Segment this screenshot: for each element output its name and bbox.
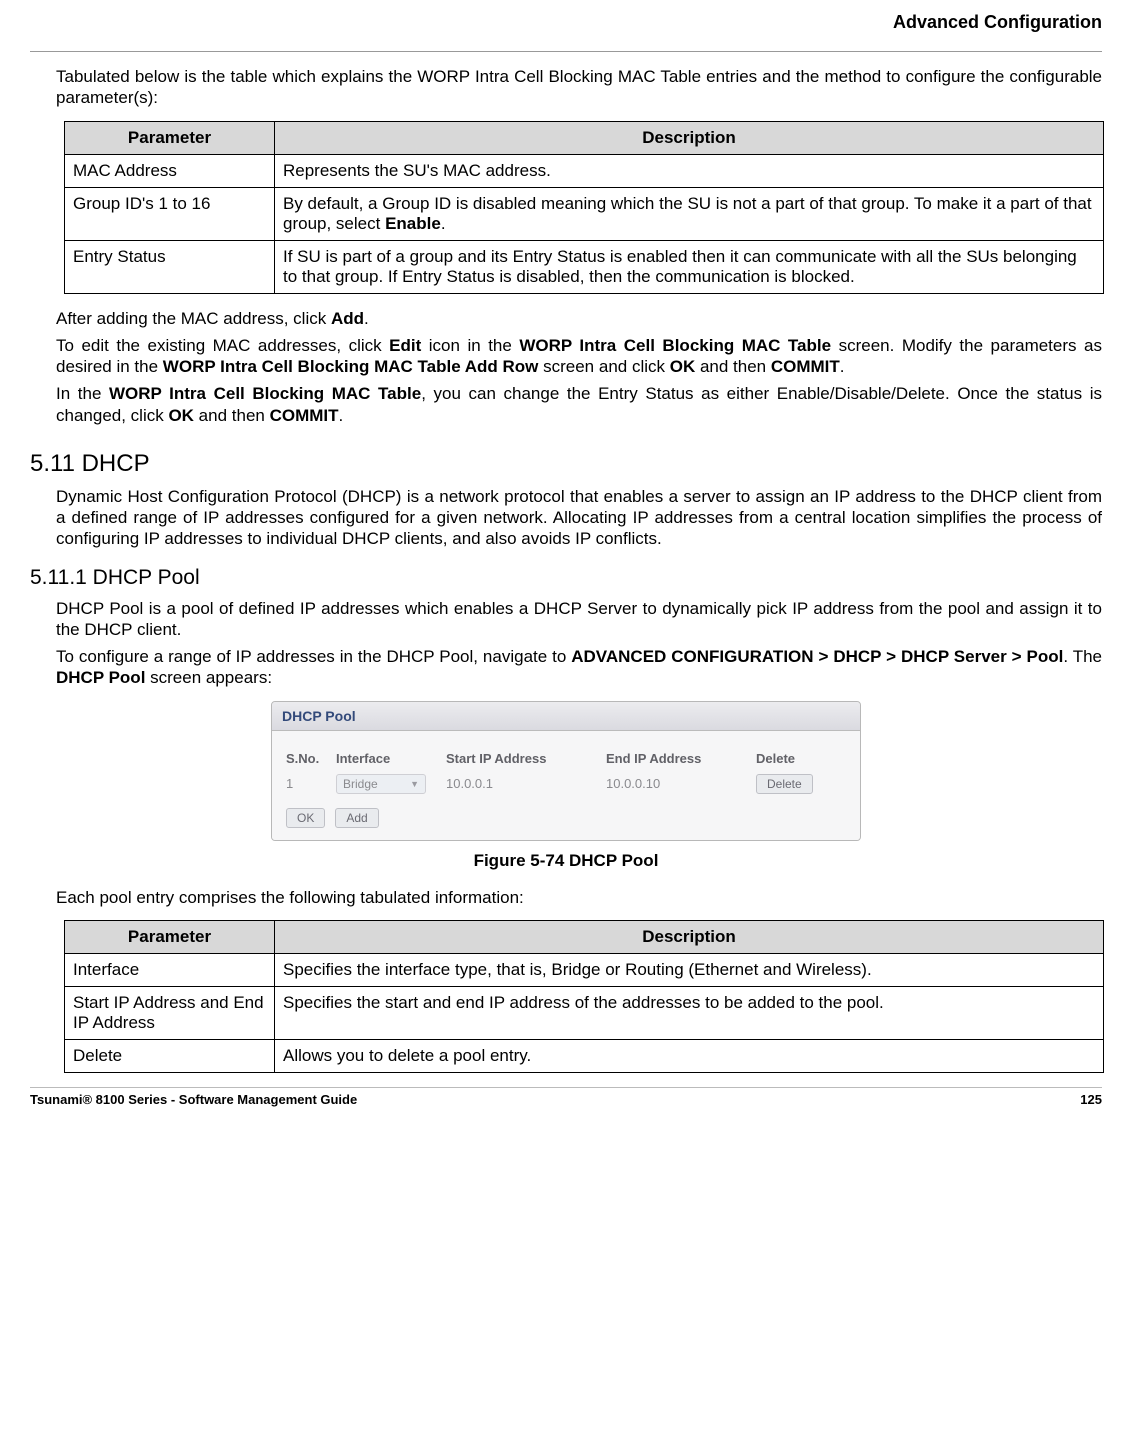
chevron-down-icon: ▼	[410, 779, 419, 789]
ss-col-sno: S.No.	[286, 751, 336, 766]
section-dhcp-pool-heading: 5.11.1 DHCP Pool	[30, 566, 1102, 590]
add-button[interactable]: Add	[335, 808, 378, 828]
dhcp-pool-table: Parameter Description Interface Specifie…	[64, 920, 1104, 1073]
tbl2-r0-param: Interface	[65, 953, 275, 986]
paragraph-add: After adding the MAC address, click Add.	[30, 308, 1102, 329]
tbl1-r1-param: Group ID's 1 to 16	[65, 187, 275, 240]
paragraph-status: In the WORP Intra Cell Blocking MAC Tabl…	[30, 383, 1102, 426]
header-rule	[30, 51, 1102, 52]
paragraph-edit: To edit the existing MAC addresses, clic…	[30, 335, 1102, 378]
ss-row1-no: 1	[286, 776, 336, 791]
tbl2-r1-param: Start IP Address and End IP Address	[65, 986, 275, 1039]
table-row: Delete Allows you to delete a pool entry…	[65, 1039, 1104, 1072]
section-dhcp-heading: 5.11 DHCP	[30, 450, 1102, 478]
table-row: Start IP Address and End IP Address Spec…	[65, 986, 1104, 1039]
intro-paragraph: Tabulated below is the table which expla…	[30, 66, 1102, 109]
tbl1-r2-param: Entry Status	[65, 240, 275, 293]
tbl1-head-desc: Description	[275, 121, 1104, 154]
ss-row1-startip: 10.0.0.1	[446, 776, 606, 791]
footer-left: Tsunami® 8100 Series - Software Manageme…	[30, 1092, 357, 1107]
tbl2-r0-desc: Specifies the interface type, that is, B…	[275, 953, 1104, 986]
tbl1-head-param: Parameter	[65, 121, 275, 154]
ss-row1-delete[interactable]: Delete	[756, 774, 846, 794]
table-row: Interface Specifies the interface type, …	[65, 953, 1104, 986]
dhcp-intro: Dynamic Host Configuration Protocol (DHC…	[30, 486, 1102, 550]
ok-button[interactable]: OK	[286, 808, 325, 828]
dhcp-pool-screenshot: DHCP Pool S.No. Interface Start IP Addre…	[271, 701, 861, 841]
ss-col-interface: Interface	[336, 751, 446, 766]
tbl2-head-desc: Description	[275, 920, 1104, 953]
table-row: Group ID's 1 to 16 By default, a Group I…	[65, 187, 1104, 240]
ss-col-endip: End IP Address	[606, 751, 756, 766]
footer-rule	[30, 1087, 1102, 1088]
ss-col-startip: Start IP Address	[446, 751, 606, 766]
figure-caption: Figure 5-74 DHCP Pool	[30, 851, 1102, 871]
delete-button[interactable]: Delete	[756, 774, 813, 794]
tbl2-r2-param: Delete	[65, 1039, 275, 1072]
pool-follow-text: Each pool entry comprises the following …	[30, 887, 1102, 908]
table-row: MAC Address Represents the SU's MAC addr…	[65, 154, 1104, 187]
screenshot-title: DHCP Pool	[272, 702, 860, 731]
pool-intro: DHCP Pool is a pool of defined IP addres…	[30, 598, 1102, 641]
ss-col-delete: Delete	[756, 751, 846, 766]
tbl2-head-param: Parameter	[65, 920, 275, 953]
footer-page-number: 125	[1080, 1092, 1102, 1107]
tbl2-r1-desc: Specifies the start and end IP address o…	[275, 986, 1104, 1039]
table-row: Entry Status If SU is part of a group an…	[65, 240, 1104, 293]
pool-nav: To configure a range of IP addresses in …	[30, 646, 1102, 689]
tbl1-r1-desc: By default, a Group ID is disabled meani…	[275, 187, 1104, 240]
ss-row1-interface-value: Bridge	[343, 777, 378, 791]
page-footer: Tsunami® 8100 Series - Software Manageme…	[30, 1092, 1102, 1107]
ss-row1-endip: 10.0.0.10	[606, 776, 756, 791]
worp-mac-table: Parameter Description MAC Address Repres…	[64, 121, 1104, 294]
tbl1-r2-desc: If SU is part of a group and its Entry S…	[275, 240, 1104, 293]
tbl2-r2-desc: Allows you to delete a pool entry.	[275, 1039, 1104, 1072]
ss-row1-interface-select[interactable]: Bridge ▼	[336, 774, 446, 794]
tbl1-r0-param: MAC Address	[65, 154, 275, 187]
tbl1-r0-desc: Represents the SU's MAC address.	[275, 154, 1104, 187]
page-header-title: Advanced Configuration	[30, 0, 1102, 51]
